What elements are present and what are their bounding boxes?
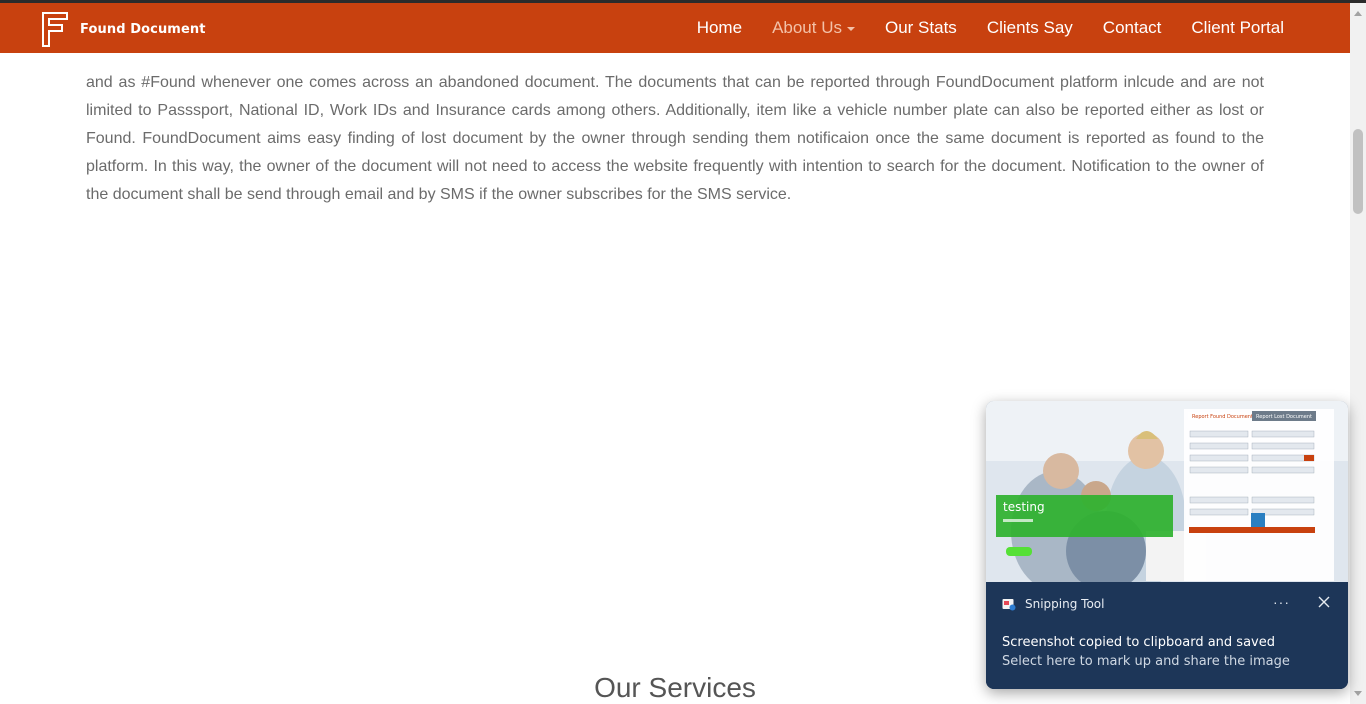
about-paragraph: and as #Found whenever one comes across … xyxy=(86,74,1264,203)
notification-app-name: Snipping Tool xyxy=(1025,597,1105,611)
preview-tab-lost: Report Lost Document xyxy=(1256,414,1312,420)
scroll-down-arrow-icon[interactable] xyxy=(1354,691,1362,696)
screenshot-preview[interactable]: Report Found Document Report Lost Docume… xyxy=(986,401,1348,582)
more-options-icon[interactable]: ··· xyxy=(1273,594,1290,610)
preview-banner-text: testing xyxy=(1003,500,1045,514)
nav-about-us[interactable]: About Us xyxy=(772,18,855,38)
notification-subtitle: Select here to mark up and share the ima… xyxy=(1002,654,1290,669)
scroll-up-arrow-icon[interactable] xyxy=(1354,11,1362,16)
brand[interactable]: Found Document xyxy=(40,9,206,49)
nav-client-portal[interactable]: Client Portal xyxy=(1191,18,1284,38)
snipping-tool-icon xyxy=(1002,599,1016,611)
close-icon[interactable] xyxy=(1318,596,1330,608)
navbar: Found Document Home About Us Our Stats C… xyxy=(0,3,1350,53)
notification-title: Screenshot copied to clipboard and saved xyxy=(1002,635,1275,650)
nav-our-stats[interactable]: Our Stats xyxy=(885,18,957,38)
preview-tab-found: Report Found Document xyxy=(1192,414,1253,420)
nav-about-us-label: About Us xyxy=(772,18,842,37)
nav-contact[interactable]: Contact xyxy=(1103,18,1162,38)
main-nav: Home About Us Our Stats Clients Say Cont… xyxy=(667,3,1284,53)
nav-clients-say[interactable]: Clients Say xyxy=(987,18,1073,38)
screenshot-preview-image: Report Found Document Report Lost Docume… xyxy=(986,401,1348,582)
notification-body[interactable]: Snipping Tool ··· Screenshot copied to c… xyxy=(986,582,1348,689)
nav-home[interactable]: Home xyxy=(697,18,742,38)
notification-app-header: Snipping Tool xyxy=(1002,597,1104,611)
found-document-logo-icon xyxy=(42,12,68,47)
scrollbar-thumb[interactable] xyxy=(1353,129,1363,214)
caret-down-icon xyxy=(847,26,855,31)
brand-name: Found Document xyxy=(80,21,206,37)
page-scrollbar[interactable] xyxy=(1350,3,1366,704)
snipping-tool-notification[interactable]: Report Found Document Report Lost Docume… xyxy=(986,401,1348,689)
